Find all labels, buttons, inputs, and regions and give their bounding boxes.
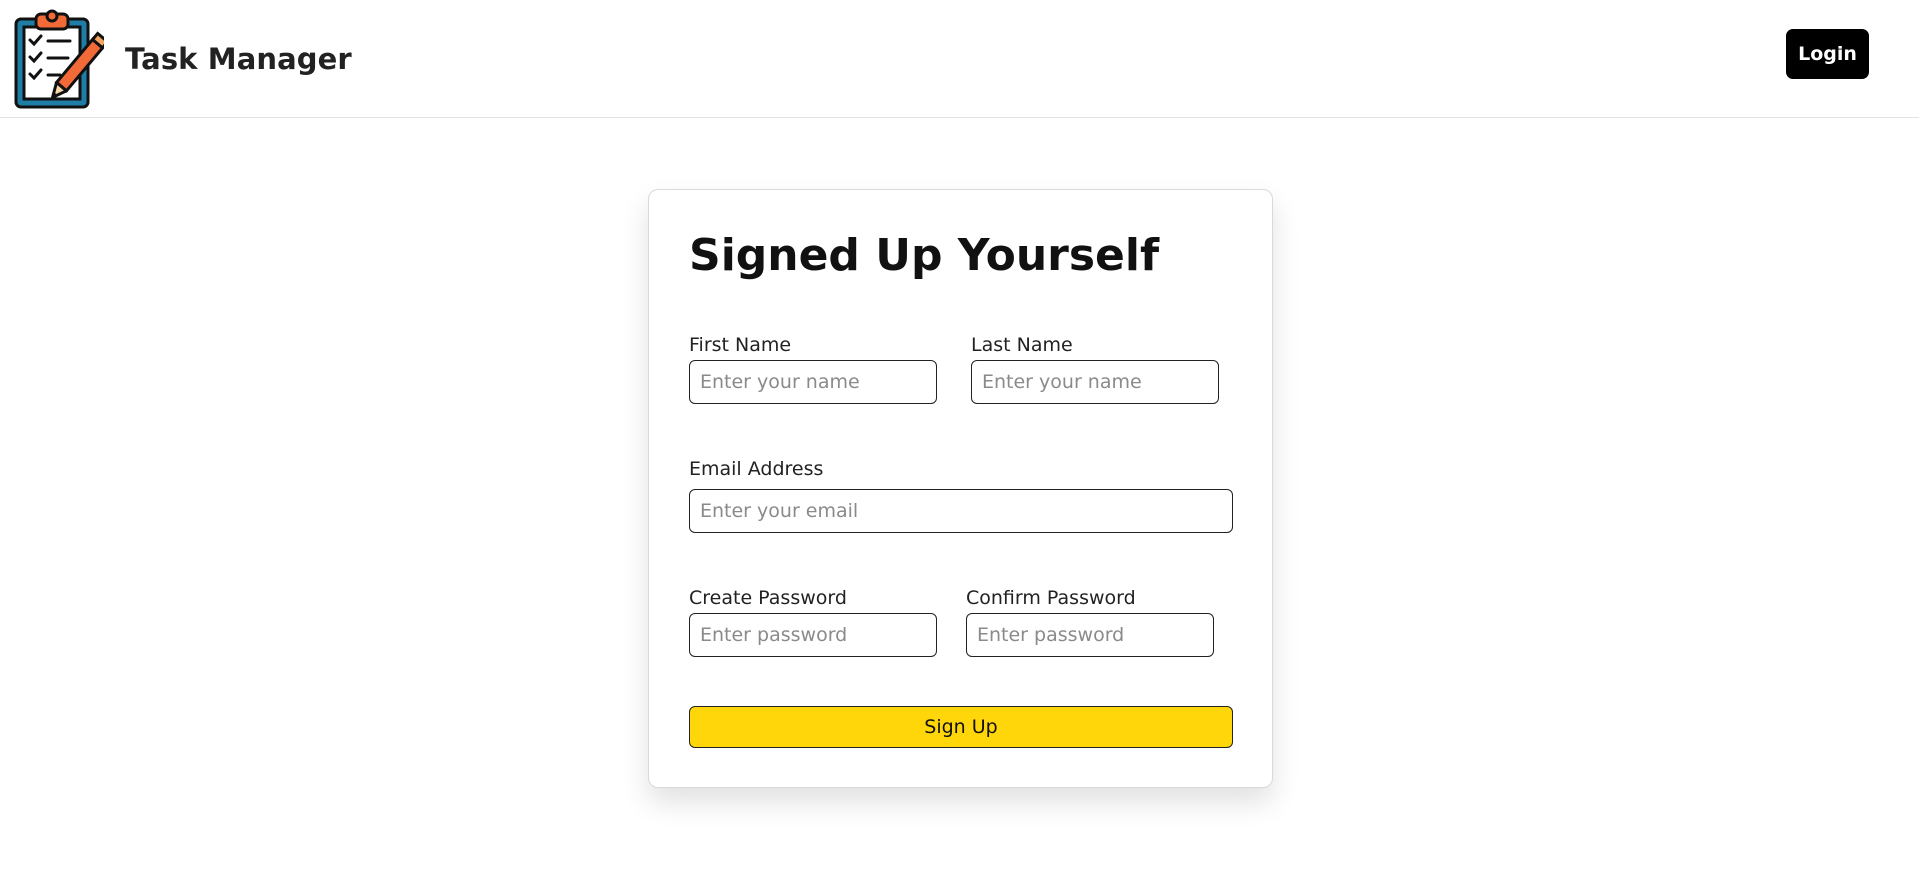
email-input[interactable] [689, 489, 1233, 533]
form-title: Signed Up Yourself [689, 230, 1160, 281]
create-password-input[interactable] [689, 613, 937, 657]
clipboard-checklist-pencil-icon[interactable] [14, 7, 104, 109]
signup-card: Signed Up Yourself First Name Last Name … [648, 189, 1273, 788]
navbar: Task Manager Login [0, 0, 1919, 118]
first-name-label: First Name [689, 334, 792, 356]
sign-up-button[interactable]: Sign Up [689, 706, 1233, 748]
last-name-input[interactable] [971, 360, 1219, 404]
login-button[interactable]: Login [1786, 29, 1869, 79]
first-name-input[interactable] [689, 360, 937, 404]
brand-title: Task Manager [125, 42, 352, 76]
create-password-label: Create Password [689, 587, 847, 609]
confirm-password-label: Confirm Password [966, 587, 1136, 609]
email-label: Email Address [689, 458, 824, 480]
last-name-label: Last Name [971, 334, 1073, 356]
confirm-password-input[interactable] [966, 613, 1214, 657]
